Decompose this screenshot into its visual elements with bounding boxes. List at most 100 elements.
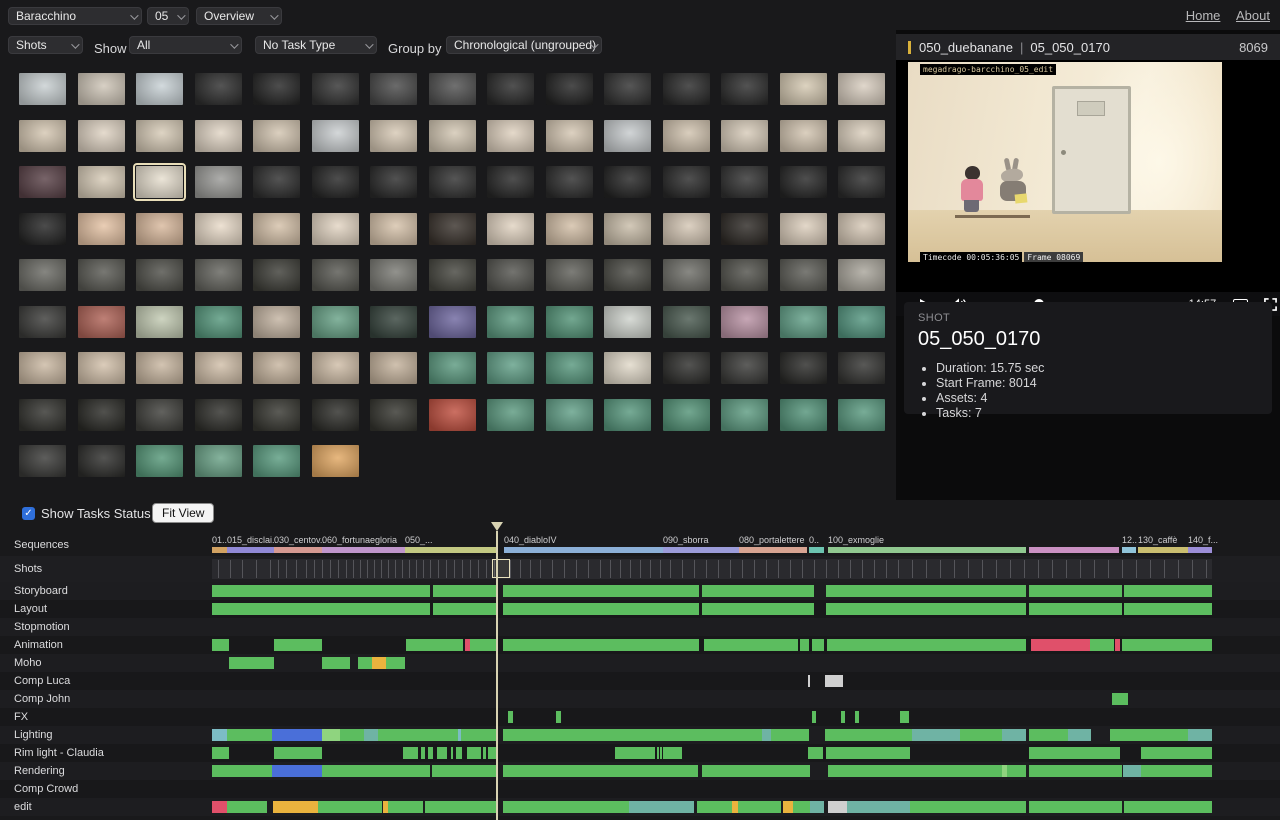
shot-thumbnail[interactable] xyxy=(312,399,359,431)
task-segment[interactable] xyxy=(1029,585,1122,597)
task-segment[interactable] xyxy=(456,747,462,759)
task-segment[interactable] xyxy=(433,585,497,597)
task-segment[interactable] xyxy=(212,765,272,777)
task-segment[interactable] xyxy=(503,765,698,777)
shot-thumbnail[interactable] xyxy=(78,120,125,152)
shot-thumbnail[interactable] xyxy=(19,166,66,198)
shot-thumbnail[interactable] xyxy=(429,306,476,338)
shot-thumbnail[interactable] xyxy=(780,352,827,384)
shot-thumbnail[interactable] xyxy=(253,399,300,431)
task-segment[interactable] xyxy=(828,801,847,813)
shot-thumbnail[interactable] xyxy=(253,166,300,198)
about-link[interactable]: About xyxy=(1236,8,1270,23)
shot-thumbnail[interactable] xyxy=(136,213,183,245)
task-segment[interactable] xyxy=(702,765,810,777)
shot-thumbnail[interactable] xyxy=(546,259,593,291)
shot-thumbnail[interactable] xyxy=(370,399,417,431)
task-segment[interactable] xyxy=(483,747,486,759)
shots-lane[interactable] xyxy=(212,556,1212,582)
task-lane[interactable] xyxy=(212,726,1212,744)
task-lane[interactable] xyxy=(212,780,1212,798)
task-segment[interactable] xyxy=(800,639,809,651)
shot-thumbnail[interactable] xyxy=(487,352,534,384)
task-segment[interactable] xyxy=(826,603,1026,615)
task-segment[interactable] xyxy=(1115,639,1120,651)
shot-thumbnail[interactable] xyxy=(136,352,183,384)
shot-thumbnail[interactable] xyxy=(195,306,242,338)
shot-thumbnail[interactable] xyxy=(604,352,651,384)
shot-thumbnail[interactable] xyxy=(721,213,768,245)
shot-thumbnail[interactable] xyxy=(136,73,183,105)
sequence-bar[interactable] xyxy=(227,547,274,553)
shot-thumbnail[interactable] xyxy=(487,399,534,431)
task-segment[interactable] xyxy=(910,801,1026,813)
task-segment[interactable] xyxy=(340,729,364,741)
task-lane[interactable] xyxy=(212,636,1212,654)
task-segment[interactable] xyxy=(697,801,732,813)
task-segment[interactable] xyxy=(1029,603,1122,615)
task-segment[interactable] xyxy=(503,801,629,813)
task-segment[interactable] xyxy=(451,747,453,759)
sequence-bar[interactable] xyxy=(274,547,322,553)
shot-thumbnail[interactable] xyxy=(604,399,651,431)
sequence-bar[interactable] xyxy=(1122,547,1136,553)
task-lane[interactable] xyxy=(212,600,1212,618)
shot-thumbnail[interactable] xyxy=(195,352,242,384)
task-segment[interactable] xyxy=(762,729,771,741)
task-segment[interactable] xyxy=(212,729,227,741)
shot-thumbnail[interactable] xyxy=(604,73,651,105)
shot-thumbnail[interactable] xyxy=(546,306,593,338)
shot-thumbnail[interactable] xyxy=(370,213,417,245)
shot-thumbnail[interactable] xyxy=(78,445,125,477)
shot-thumbnail[interactable] xyxy=(838,73,885,105)
task-lane[interactable] xyxy=(212,762,1212,780)
task-lane[interactable] xyxy=(212,690,1212,708)
task-segment[interactable] xyxy=(227,801,267,813)
shot-thumbnail[interactable] xyxy=(838,259,885,291)
shot-thumbnail[interactable] xyxy=(136,259,183,291)
entity-select[interactable]: Shots xyxy=(8,36,83,54)
sequence-bar[interactable] xyxy=(504,547,663,553)
task-segment[interactable] xyxy=(212,801,227,813)
shot-thumbnail[interactable] xyxy=(136,445,183,477)
task-segment[interactable] xyxy=(660,747,662,759)
shot-thumbnail[interactable] xyxy=(253,306,300,338)
task-segment[interactable] xyxy=(900,711,909,723)
task-segment[interactable] xyxy=(1002,729,1026,741)
shot-thumbnail[interactable] xyxy=(312,73,359,105)
shot-thumbnail[interactable] xyxy=(370,73,417,105)
shot-thumbnail[interactable] xyxy=(370,166,417,198)
task-segment[interactable] xyxy=(702,603,814,615)
shot-thumbnail[interactable] xyxy=(604,213,651,245)
video-player[interactable]: megadrago-barcchino_05_edit Timecode 00:… xyxy=(896,60,1280,292)
sequence-bar[interactable] xyxy=(1138,547,1188,553)
shot-thumbnail[interactable] xyxy=(195,445,242,477)
shot-thumbnail[interactable] xyxy=(546,120,593,152)
task-segment[interactable] xyxy=(1122,639,1212,651)
task-segment[interactable] xyxy=(274,747,322,759)
shot-thumbnail[interactable] xyxy=(78,399,125,431)
task-segment[interactable] xyxy=(841,711,845,723)
task-segment[interactable] xyxy=(1007,765,1026,777)
task-segment[interactable] xyxy=(229,657,274,669)
task-segment[interactable] xyxy=(406,639,463,651)
shot-thumbnail[interactable] xyxy=(663,352,710,384)
shot-thumbnail[interactable] xyxy=(253,445,300,477)
task-segment[interactable] xyxy=(812,639,824,651)
task-segment[interactable] xyxy=(912,729,960,741)
task-segment[interactable] xyxy=(318,801,382,813)
shot-thumbnail[interactable] xyxy=(312,213,359,245)
task-segment[interactable] xyxy=(812,711,816,723)
shot-thumbnail[interactable] xyxy=(429,352,476,384)
shot-thumbnail[interactable] xyxy=(136,166,183,198)
task-segment[interactable] xyxy=(1124,585,1212,597)
playhead-line[interactable] xyxy=(496,531,498,820)
task-segment[interactable] xyxy=(1029,729,1068,741)
task-segment[interactable] xyxy=(808,675,810,687)
shot-thumbnail[interactable] xyxy=(429,166,476,198)
shot-thumbnail[interactable] xyxy=(195,213,242,245)
task-segment[interactable] xyxy=(828,765,1002,777)
task-segment[interactable] xyxy=(1188,729,1212,741)
shot-thumbnail[interactable] xyxy=(312,120,359,152)
shot-thumbnail[interactable] xyxy=(19,306,66,338)
